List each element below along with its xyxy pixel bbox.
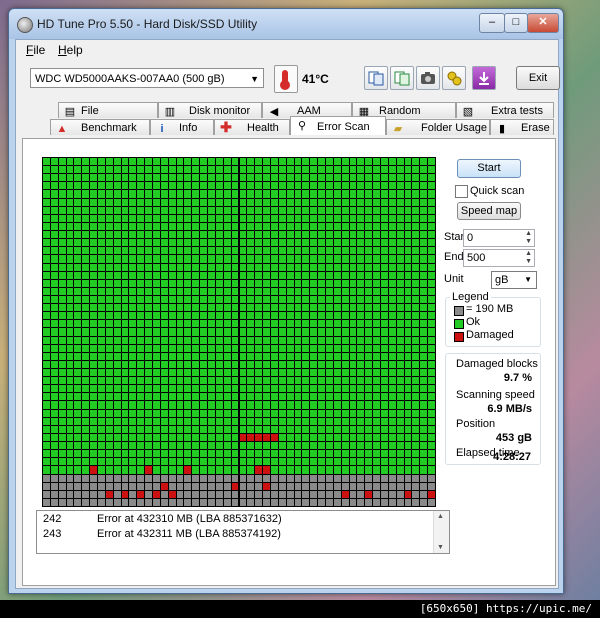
tools-icon [447, 71, 462, 86]
scroll-up-icon[interactable]: ▲ [437, 513, 444, 520]
list-item[interactable]: 242 Error at 432310 MB (LBA 885371632) [37, 513, 432, 527]
copy-text-button[interactable] [364, 66, 388, 90]
error-log-list[interactable]: 242 Error at 432310 MB (LBA 885371632) 2… [36, 510, 450, 554]
start-button[interactable]: Start [457, 159, 521, 178]
unit-label: Unit [444, 273, 464, 285]
damaged-blocks-value: 9.7 % [503, 372, 532, 384]
chevron-down-icon: ▼ [250, 74, 259, 84]
maximize-button[interactable]: □ [504, 13, 528, 33]
spin-arrows-icon[interactable]: ▲ ▼ [525, 250, 532, 266]
unit-select[interactable]: gB ▼ [491, 271, 537, 289]
end-input-value: 500 [467, 252, 486, 264]
log-scrollbar[interactable]: ▲ ▼ [433, 511, 449, 553]
download-button[interactable] [472, 66, 496, 90]
thermometer-icon [274, 65, 298, 93]
toolbar: WDC WD5000AAKS-007AA0 (500 gB) ▼ 41°C Ex… [16, 62, 560, 98]
menu-help[interactable]: Help [58, 43, 83, 57]
legend-box: Legend = 190 MB Ok Damaged [445, 291, 541, 347]
close-button[interactable]: ✕ [527, 13, 559, 33]
legend-ok-swatch [454, 319, 464, 329]
minimize-button[interactable]: – [479, 13, 505, 33]
quick-scan-checkbox[interactable] [455, 185, 468, 198]
copy-icon [368, 71, 384, 86]
window-title: HD Tune Pro 5.50 - Hard Disk/SSD Utility [37, 17, 258, 31]
quick-scan-label: Quick scan [470, 185, 525, 197]
damaged-blocks-label: Damaged blocks [456, 358, 538, 370]
legend-unscanned-swatch [454, 306, 464, 316]
tab-folder-usage[interactable]: ▰ Folder Usage [386, 119, 490, 135]
tab-file-benchmark[interactable]: ▤File Benchmark [58, 102, 158, 133]
tab-disk-monitor[interactable]: ▥ Disk monitor [158, 102, 262, 118]
options-button[interactable] [442, 66, 466, 90]
menu-bar: File Help [16, 40, 558, 60]
legend-damaged-swatch [454, 332, 464, 342]
log-message: Error at 432311 MB (LBA 885374192) [97, 528, 281, 540]
watermark-bar: [650x650] https://upic.me/ [0, 600, 600, 618]
speaker-icon: ◀ [269, 106, 279, 118]
file-benchmark-icon: ▤ [64, 106, 76, 118]
unit-select-value: gB [495, 274, 509, 286]
scanning-speed-label: Scanning speed [456, 389, 535, 401]
exit-button[interactable]: Exit [516, 66, 560, 90]
tab-erase[interactable]: ▮ Erase [490, 119, 554, 135]
drive-select[interactable]: WDC WD5000AAKS-007AA0 (500 gB) ▼ [30, 68, 264, 88]
drive-select-value: WDC WD5000AAKS-007AA0 (500 gB) [35, 73, 225, 85]
menu-help-key: H [58, 43, 67, 57]
health-cross-icon: ✚ [220, 119, 232, 135]
copy-all-button[interactable] [390, 66, 414, 90]
scanning-speed-value: 6.9 MB/s [487, 403, 532, 415]
chevron-down-icon: ▼ [524, 275, 532, 284]
scan-block-map [42, 157, 436, 507]
elapsed-time-value: 4:28:27 [493, 451, 531, 463]
tab-extra-tests[interactable]: ▧ Extra tests [456, 102, 554, 118]
menu-file[interactable]: File [26, 43, 45, 57]
start-input-value: 0 [467, 232, 474, 244]
position-value: 453 gB [495, 432, 532, 444]
folder-icon: ▰ [393, 123, 403, 135]
download-arrow-icon [479, 72, 489, 85]
tab-error-scan[interactable]: ⚲ Error Scan [290, 116, 386, 135]
position-label: Position [456, 418, 496, 430]
disk-monitor-icon: ▥ [164, 106, 176, 118]
benchmark-icon: ▲ [56, 123, 68, 135]
camera-icon [421, 72, 435, 84]
end-field-label: End [444, 251, 464, 263]
screenshot-button[interactable] [416, 66, 440, 90]
scroll-down-icon[interactable]: ▼ [437, 544, 444, 551]
trash-icon: ▮ [498, 123, 506, 135]
client-area: File Help WDC WD5000AAKS-007AA0 (500 gB)… [15, 39, 560, 589]
copy-all-icon [394, 71, 410, 86]
tab-info[interactable]: i Info [150, 119, 214, 135]
stats-box: Damaged blocks 9.7 % Scanning speed 6.9 … [445, 353, 541, 465]
extra-tests-icon: ▧ [462, 106, 474, 118]
legend-damaged-label: Damaged [466, 329, 514, 341]
app-window: HD Tune Pro 5.50 - Hard Disk/SSD Utility… [8, 8, 564, 594]
speed-map-button[interactable]: Speed map [457, 202, 521, 220]
legend-ok-label: Ok [466, 316, 481, 328]
scan-controls: Start Quick scan Speed map Start 0 ▲ ▼ En… [443, 139, 555, 585]
title-bar[interactable]: HD Tune Pro 5.50 - Hard Disk/SSD Utility… [9, 9, 563, 39]
legend-block-size: = 190 MB [466, 303, 514, 315]
tab-benchmark[interactable]: ▲ Benchmark [50, 119, 150, 135]
hdtune-app-icon [17, 17, 33, 33]
menu-help-label: elp [66, 43, 83, 57]
log-message: Error at 432310 MB (LBA 885371632) [97, 513, 282, 525]
watermark-text: [650x650] https://upic.me/ [419, 602, 592, 615]
tab-health[interactable]: ✚ Health [214, 119, 290, 135]
start-input[interactable]: 0 ▲ ▼ [463, 229, 535, 247]
spin-arrows-icon[interactable]: ▲ ▼ [525, 230, 532, 246]
log-id: 243 [43, 528, 62, 540]
magnifier-icon: ⚲ [297, 120, 307, 132]
log-id: 242 [43, 513, 62, 525]
info-icon: i [160, 123, 164, 135]
menu-file-label: ile [33, 43, 46, 57]
list-item[interactable]: 243 Error at 432311 MB (LBA 885374192) [37, 528, 432, 542]
scan-block [427, 497, 436, 507]
tab-strip: ▤File Benchmark ▥Disk monitor ◀AAM ▦Rand… [16, 102, 558, 138]
temperature-readout: 41°C [302, 72, 329, 86]
legend-title: Legend [450, 291, 491, 303]
end-input[interactable]: 500 ▲ ▼ [463, 249, 535, 267]
